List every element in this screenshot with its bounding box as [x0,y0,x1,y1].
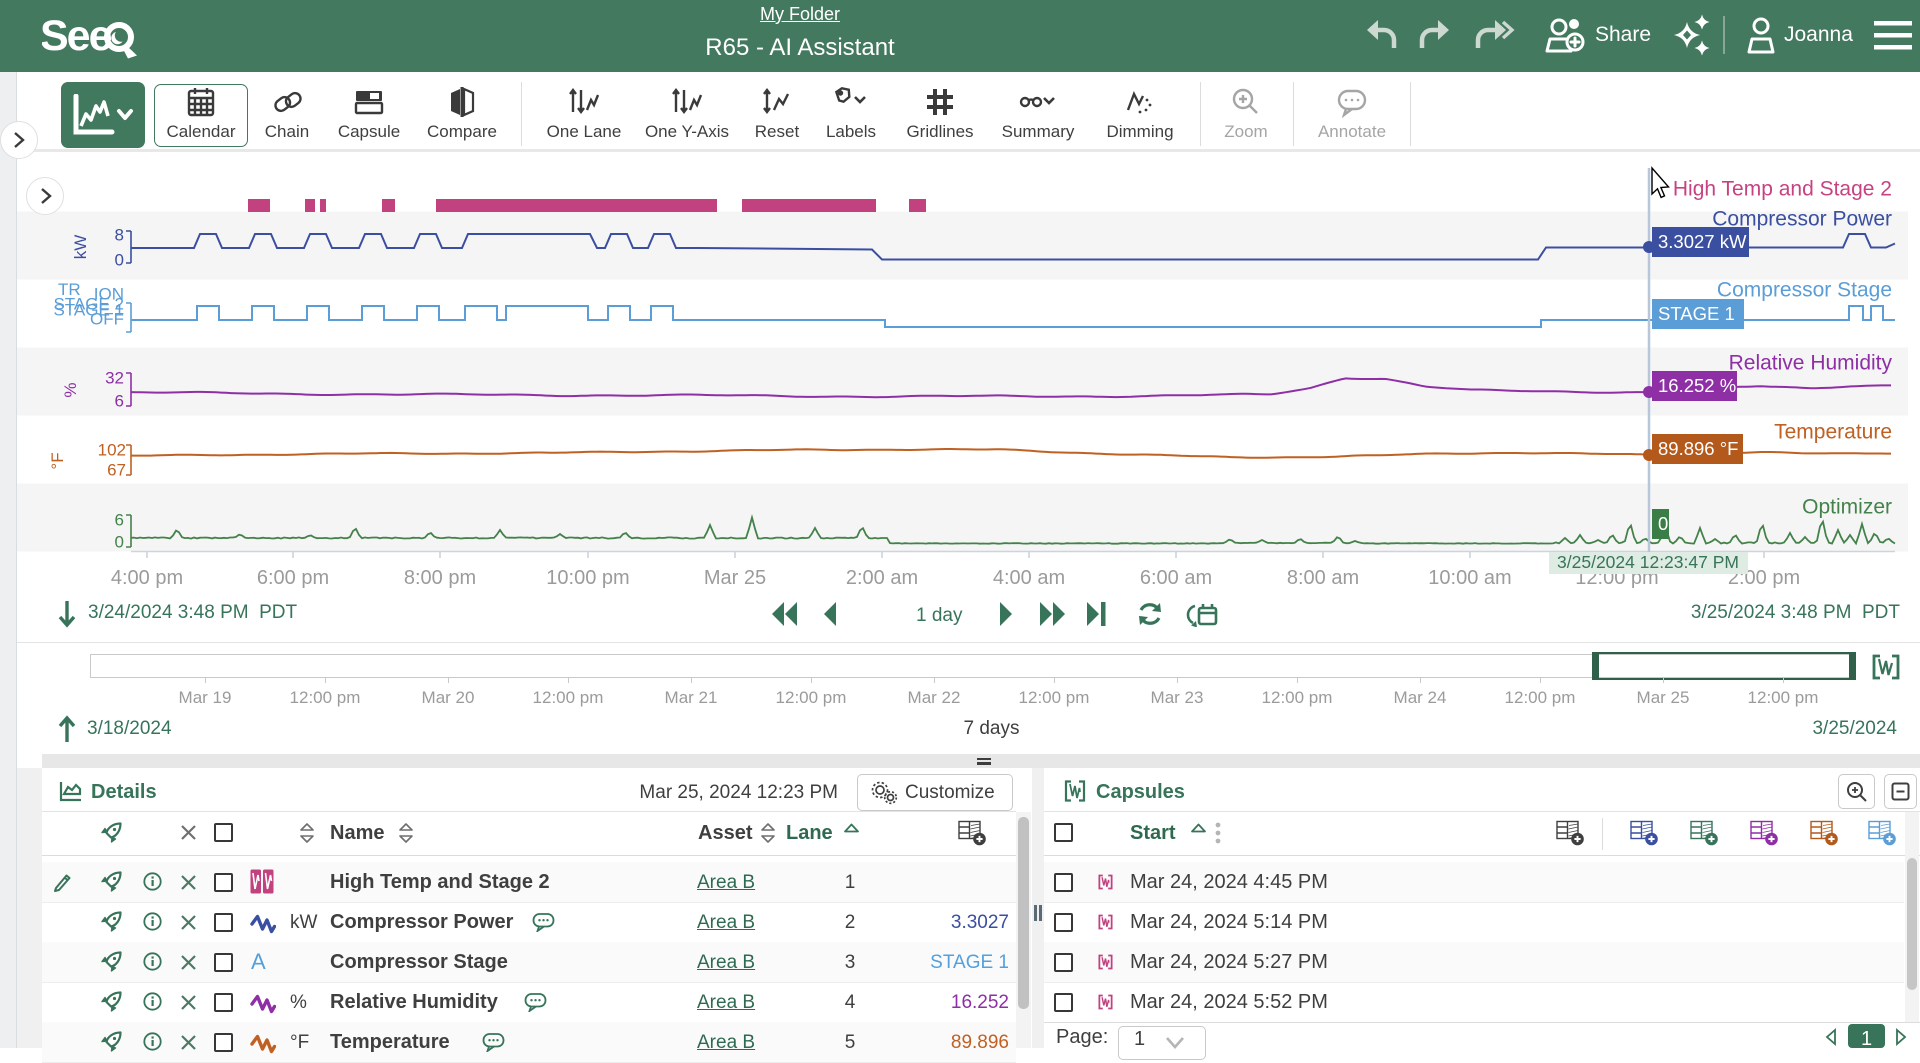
svg-text:0: 0 [115,532,124,551]
svg-text:4:00 am: 4:00 am [993,567,1065,589]
svg-text:67: 67 [107,460,126,479]
svg-text:4:00 pm: 4:00 pm [111,567,183,589]
svg-text:OFF: OFF [90,309,124,328]
svg-text:%: % [61,382,80,397]
svg-text:0: 0 [1658,513,1668,534]
svg-text:6:00 pm: 6:00 pm [257,567,329,589]
svg-text:16.252 %: 16.252 % [1658,375,1736,396]
svg-text:102: 102 [98,440,126,459]
svg-text:10:00 pm: 10:00 pm [546,567,629,589]
svg-text:High Temp and Stage 2: High Temp and Stage 2 [1673,178,1892,201]
svg-text:8:00 pm: 8:00 pm [404,567,476,589]
svg-text:Mar 25: Mar 25 [704,567,766,589]
svg-text:Relative Humidity: Relative Humidity [1729,352,1893,375]
svg-text:3/25/2024 12:23:47 PM: 3/25/2024 12:23:47 PM [1557,552,1739,572]
svg-text:0: 0 [115,250,124,269]
svg-text:°F: °F [48,452,67,469]
svg-text:6: 6 [115,510,124,529]
svg-text:Compressor Stage: Compressor Stage [1717,279,1892,302]
svg-text:6: 6 [115,391,124,410]
svg-text:kW: kW [71,235,90,260]
svg-text:1 day: 1 day [916,605,963,626]
svg-text:6:00 am: 6:00 am [1140,567,1212,589]
svg-text:Temperature: Temperature [1774,421,1892,444]
svg-text:3.3027 kW: 3.3027 kW [1658,231,1747,252]
svg-text:10:00 am: 10:00 am [1428,567,1511,589]
svg-text:32: 32 [105,368,124,387]
svg-text:8:00 am: 8:00 am [1287,567,1359,589]
svg-text:8: 8 [115,225,124,244]
svg-text:2:00 am: 2:00 am [846,567,918,589]
svg-text:Compressor Power: Compressor Power [1712,208,1892,231]
svg-text:Optimizer: Optimizer [1802,496,1892,519]
svg-text:See: See [42,12,112,60]
svg-text:STAGE 1: STAGE 1 [1658,303,1735,324]
svg-text:89.896 °F: 89.896 °F [1658,438,1738,459]
